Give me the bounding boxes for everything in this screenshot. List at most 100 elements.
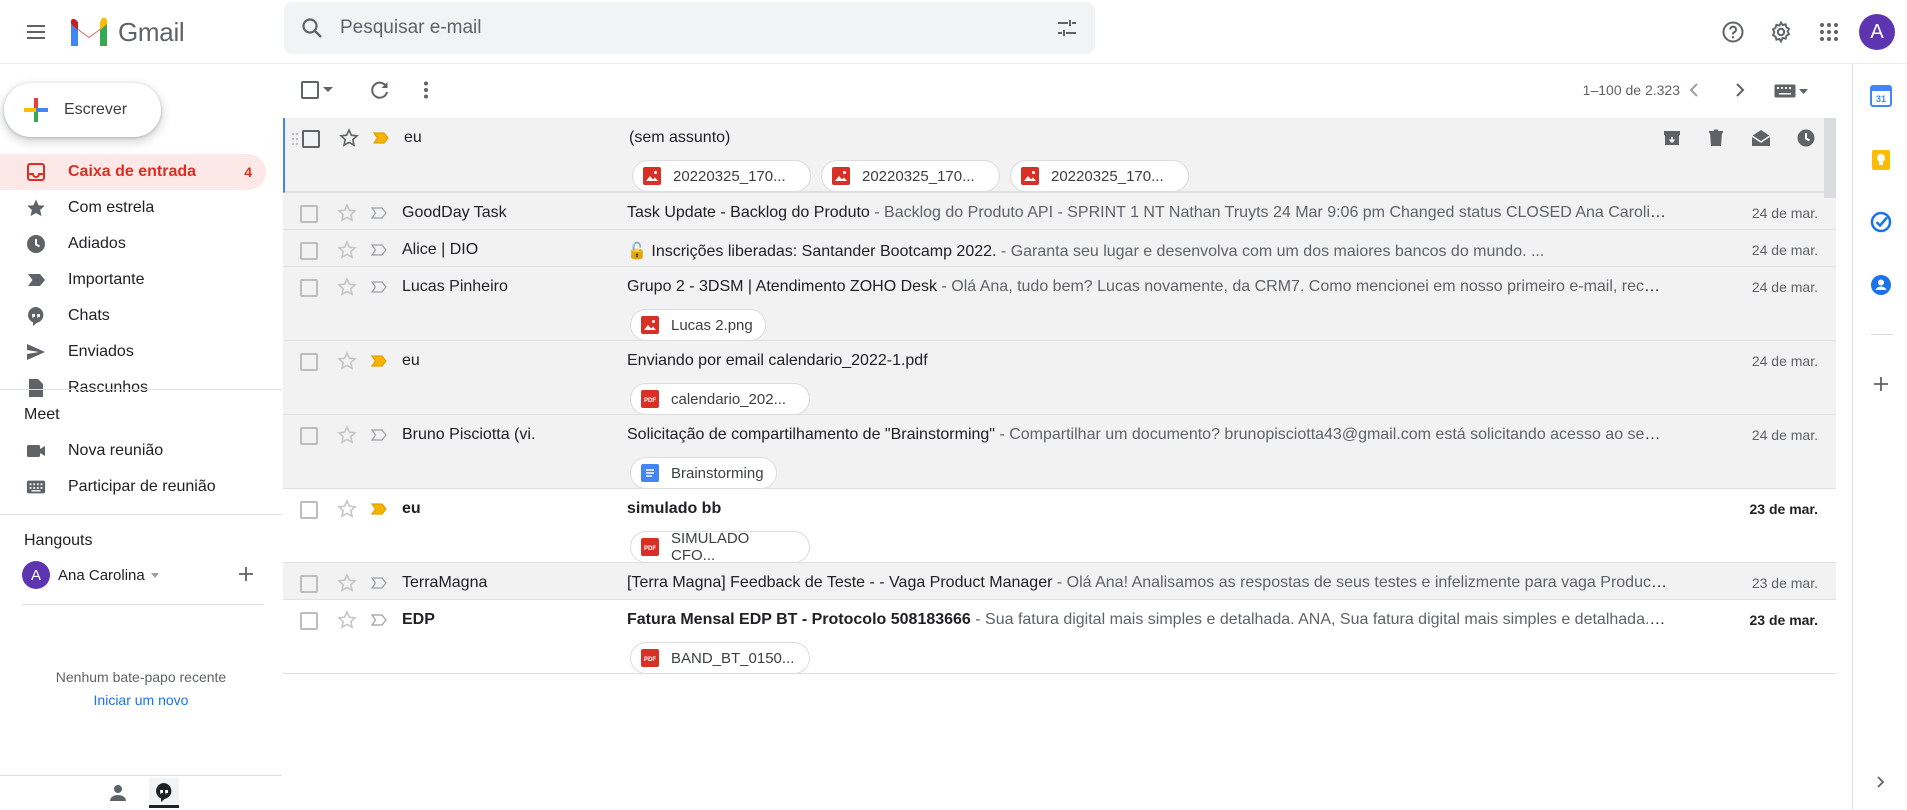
email-row[interactable]: eu (sem assunto) 20220325_170... 20220325_1… — [283, 118, 1836, 193]
keep-icon[interactable] — [1869, 148, 1893, 172]
attachment-chip[interactable]: PDF calendario_202... — [630, 383, 810, 415]
settings-gear-icon[interactable] — [1757, 8, 1805, 56]
compose-button[interactable]: Escrever — [4, 83, 161, 137]
chevron-right-icon[interactable] — [1869, 770, 1893, 794]
star-icon[interactable] — [337, 610, 357, 630]
sidebar-bottom-tabs — [0, 775, 282, 810]
draft-icon — [26, 378, 46, 398]
row-checkbox[interactable] — [300, 279, 318, 297]
email-row[interactable]: eu simulado bb 23 de mar. PDF SIMULADO CFO..… — [283, 489, 1836, 564]
email-row[interactable]: Bruno Pisciotta (vi. Solicitação de compa… — [283, 415, 1836, 489]
folder-snoozed[interactable]: Adiados — [0, 226, 266, 262]
importance-marker-icon[interactable] — [371, 577, 387, 589]
search-input[interactable] — [340, 17, 1039, 39]
importance-marker-icon[interactable] — [371, 429, 387, 441]
importance-marker-icon[interactable] — [371, 281, 387, 293]
folder-important[interactable]: Importante — [0, 262, 266, 298]
attachment-chip[interactable]: Lucas 2.png — [630, 309, 766, 341]
star-icon[interactable] — [337, 240, 357, 260]
more-vert-icon[interactable] — [415, 79, 437, 101]
app-name: Gmail — [118, 16, 185, 47]
email-row[interactable]: eu Enviando por email calendario_2022-1.p… — [283, 341, 1836, 415]
add-addon-plus-icon[interactable] — [1869, 372, 1893, 396]
refresh-icon[interactable] — [369, 79, 391, 101]
star-icon[interactable] — [339, 128, 359, 148]
attachment-name: BAND_BT_0150... — [671, 649, 795, 667]
email-row[interactable] — [283, 674, 1836, 704]
email-subject: 🔓 Inscrições liberadas: Santander Bootca… — [627, 243, 997, 260]
folder-sent[interactable]: Enviados — [0, 334, 266, 370]
snooze-clock-icon[interactable] — [1796, 128, 1816, 148]
svg-text:31: 31 — [1876, 94, 1886, 104]
contacts-icon[interactable] — [1869, 273, 1893, 297]
add-contact-plus-icon[interactable] — [236, 564, 256, 584]
row-hover-actions — [1662, 128, 1816, 148]
star-icon[interactable] — [337, 277, 357, 297]
list-scrollbar[interactable] — [1824, 118, 1836, 198]
row-checkbox[interactable] — [300, 353, 318, 371]
row-checkbox[interactable] — [300, 501, 318, 519]
search-options-icon[interactable] — [1039, 16, 1095, 40]
archive-icon[interactable] — [1662, 128, 1682, 148]
caret-down-icon[interactable] — [323, 87, 333, 93]
row-checkbox[interactable] — [300, 242, 318, 260]
attachment-chip[interactable]: PDF SIMULADO CFO... — [630, 530, 810, 564]
apps-grid-icon[interactable] — [1805, 8, 1853, 56]
main-menu-icon[interactable] — [16, 12, 56, 52]
search-icon[interactable] — [284, 16, 340, 40]
chevron-right-icon[interactable] — [1730, 80, 1750, 100]
hangouts-user[interactable]: A Ana Carolina — [22, 561, 159, 589]
star-icon[interactable] — [337, 351, 357, 371]
start-new-chat-link[interactable]: Iniciar um novo — [0, 692, 282, 708]
chevron-left-icon[interactable] — [1684, 80, 1704, 100]
attachment-chips: PDF BAND_BT_0150... — [630, 642, 810, 674]
hangouts-chat-icon[interactable] — [149, 778, 179, 808]
contacts-person-icon[interactable] — [103, 778, 133, 808]
select-all-checkbox[interactable] — [301, 81, 333, 99]
calendar-icon[interactable]: 31 — [1869, 84, 1893, 108]
row-checkbox[interactable] — [302, 130, 320, 148]
star-icon[interactable] — [337, 425, 357, 445]
star-icon[interactable] — [337, 499, 357, 519]
join-meeting-button[interactable]: Participar de reunião — [0, 469, 266, 505]
importance-marker-icon[interactable] — [371, 503, 387, 515]
gmail-logo[interactable]: Gmail — [68, 12, 185, 52]
email-row[interactable]: TerraMagna [Terra Magna] Feedback de Test… — [283, 563, 1836, 600]
email-subject: Solicitação de compartilhamento de "Brai… — [627, 426, 995, 443]
email-row[interactable]: Alice | DIO 🔓 Inscrições liberadas: Santa… — [283, 230, 1836, 267]
new-meeting-button[interactable]: Nova reunião — [0, 433, 266, 469]
email-row[interactable]: GoodDay Task Task Update - Backlog do Pro… — [283, 193, 1836, 230]
email-row[interactable]: EDP Fatura Mensal EDP BT - Protocolo 5081… — [283, 600, 1836, 674]
attachment-chip[interactable]: 20220325_170... — [632, 160, 811, 192]
drag-handle-icon[interactable] — [291, 132, 299, 146]
email-row[interactable]: Lucas Pinheiro Grupo 2 - 3DSM | Atendimen… — [283, 267, 1836, 341]
row-checkbox[interactable] — [300, 612, 318, 630]
star-icon[interactable] — [337, 573, 357, 593]
input-tools-keyboard-icon[interactable] — [1774, 84, 1808, 98]
attachment-chip[interactable]: Brainstorming — [630, 457, 777, 489]
folder-drafts[interactable]: Rascunhos — [0, 370, 266, 406]
attachment-chip[interactable]: PDF BAND_BT_0150... — [630, 642, 810, 674]
side-panel: 31 — [1852, 64, 1907, 810]
importance-marker-icon[interactable] — [373, 132, 389, 144]
pagination-text[interactable]: 1–100 de 2.323 — [1583, 82, 1680, 98]
tasks-icon[interactable] — [1869, 210, 1893, 234]
account-avatar[interactable]: A — [1859, 14, 1895, 50]
importance-marker-icon[interactable] — [371, 244, 387, 256]
row-checkbox[interactable] — [300, 575, 318, 593]
help-icon[interactable] — [1709, 8, 1757, 56]
folder-inbox[interactable]: Caixa de entrada 4 — [0, 154, 266, 190]
delete-trash-icon[interactable] — [1706, 128, 1726, 148]
importance-marker-icon[interactable] — [371, 614, 387, 626]
folder-starred[interactable]: Com estrela — [0, 190, 266, 226]
importance-marker-icon[interactable] — [371, 355, 387, 367]
row-checkbox[interactable] — [300, 205, 318, 223]
importance-marker-icon[interactable] — [371, 207, 387, 219]
attachment-chip[interactable]: 20220325_170... — [821, 160, 1000, 192]
mark-as-read-icon[interactable] — [1750, 128, 1772, 148]
folder-label: Rascunhos — [68, 379, 149, 396]
folder-chats[interactable]: Chats — [0, 298, 266, 334]
star-icon[interactable] — [337, 203, 357, 223]
attachment-chip[interactable]: 20220325_170... — [1010, 160, 1189, 192]
row-checkbox[interactable] — [300, 427, 318, 445]
